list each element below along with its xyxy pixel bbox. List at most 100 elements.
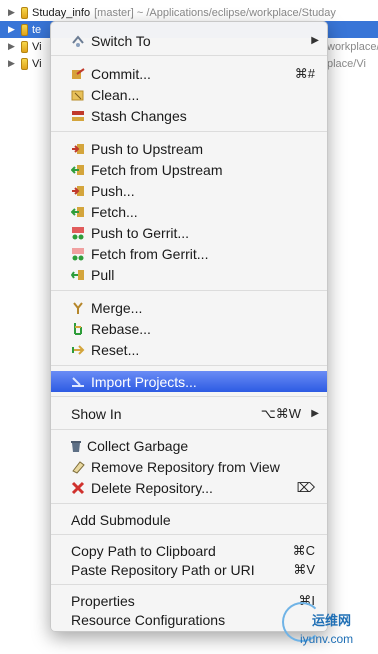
menu-item-merge[interactable]: Merge... [51, 297, 327, 318]
menu-label: Push to Upstream [91, 140, 204, 157]
expand-arrow-icon[interactable]: ▶ [8, 24, 18, 35]
menu-item-push-gerrit[interactable]: Push to Gerrit... [51, 222, 327, 243]
shortcut: ⌘# [294, 65, 315, 81]
trash-icon [68, 438, 84, 454]
menu-label: Remove Repository from View [91, 458, 280, 475]
menu-label: Fetch... [91, 203, 138, 220]
separator [51, 503, 327, 504]
menu-label: Import Projects... [91, 373, 197, 390]
delete-key-icon: ⌦ [296, 479, 315, 495]
menu-item-fetch-gerrit[interactable]: Fetch from Gerrit... [51, 243, 327, 264]
menu-item-push-upstream[interactable]: Push to Upstream [51, 138, 327, 159]
merge-icon [70, 300, 86, 316]
expand-arrow-icon[interactable]: ▶ [8, 7, 18, 18]
repository-icon [21, 57, 28, 70]
menu-label: Reset... [91, 341, 140, 358]
separator [51, 534, 327, 535]
clean-icon [70, 87, 86, 103]
menu-label: Push... [91, 182, 135, 199]
shortcut: ⌥⌘W [260, 405, 301, 421]
menu-label: Pull [91, 266, 115, 283]
menu-item-pull[interactable]: Pull [51, 264, 327, 285]
menu-item-copy-path[interactable]: Copy Path to Clipboard ⌘C [51, 540, 327, 561]
repo-name: Studay_info [32, 6, 91, 19]
reset-icon [70, 342, 86, 358]
menu-label: Copy Path to Clipboard [71, 542, 216, 559]
menu-label: Resource Configurations [71, 611, 226, 628]
stash-icon [70, 108, 86, 124]
menu-label: Delete Repository... [91, 479, 213, 496]
menu-item-fetch[interactable]: Fetch... [51, 201, 327, 222]
expand-arrow-icon[interactable]: ▶ [8, 41, 18, 52]
watermark-title: 运维网 [312, 613, 352, 628]
menu-label: Fetch from Upstream [91, 161, 223, 178]
repository-icon [21, 6, 28, 19]
menu-label: Collect Garbage [87, 437, 189, 454]
menu-item-import-projects[interactable]: Import Projects... [51, 371, 327, 392]
menu-item-fetch-upstream[interactable]: Fetch from Upstream [51, 159, 327, 180]
shortcut: ⌘C [292, 542, 315, 558]
repo-name: Vi [32, 57, 42, 70]
menu-label: Push to Gerrit... [91, 224, 190, 241]
eraser-icon [70, 459, 86, 475]
menu-label: Show In [71, 405, 122, 422]
menu-item-collect-garbage[interactable]: Collect Garbage [51, 435, 327, 456]
menu-item-paste-path[interactable]: Paste Repository Path or URI ⌘V [51, 559, 327, 580]
menu-item-stash[interactable]: Stash Changes [51, 105, 327, 126]
push-icon [70, 183, 86, 199]
watermark: 运维网 iyunv.com [282, 600, 378, 654]
pull-icon [70, 267, 86, 283]
menu-item-show-in[interactable]: Show In ⌥⌘W ▶ [51, 403, 327, 424]
separator [51, 429, 327, 430]
repository-icon [21, 40, 28, 53]
separator [51, 290, 327, 291]
menu-label: Properties [71, 592, 135, 609]
repo-path-fragment: place/Vi [327, 58, 366, 70]
menu-item-rebase[interactable]: Rebase... [51, 318, 327, 339]
menu-label: Clean... [91, 86, 140, 103]
menu-item-clean[interactable]: Clean... [51, 84, 327, 105]
context-menu: Switch To ▶ Commit... ⌘# Clean... Stash … [50, 21, 328, 632]
push-gerrit-icon [70, 225, 86, 241]
menu-label: Merge... [91, 299, 143, 316]
repo-meta: [master] ~ /Applications/eclipse/workpla… [94, 6, 336, 19]
commit-icon [70, 66, 86, 82]
switch-icon [70, 33, 86, 49]
repo-path-fragment: workplace/V [327, 41, 378, 53]
submenu-arrow-icon: ▶ [311, 35, 319, 46]
submenu-arrow-icon: ▶ [311, 408, 319, 419]
fetch-upstream-icon [70, 162, 86, 178]
menu-item-delete-repo[interactable]: Delete Repository... ⌦ [51, 477, 327, 498]
separator [51, 55, 327, 56]
expand-arrow-icon[interactable]: ▶ [8, 58, 18, 69]
menu-label: Stash Changes [91, 107, 187, 124]
repo-name: Vi [32, 40, 42, 53]
separator [51, 365, 327, 366]
menu-item-push[interactable]: Push... [51, 180, 327, 201]
menu-item-remove-repo[interactable]: Remove Repository from View [51, 456, 327, 477]
menu-item-add-submodule[interactable]: Add Submodule [51, 509, 327, 530]
watermark-url: iyunv.com [300, 632, 354, 646]
separator [51, 396, 327, 397]
delete-icon [70, 480, 86, 496]
repository-icon [21, 23, 28, 36]
menu-item-switch-to[interactable]: Switch To ▶ [51, 30, 327, 51]
shortcut: ⌘V [293, 561, 315, 577]
menu-label: Paste Repository Path or URI [71, 561, 255, 578]
separator [51, 584, 327, 585]
repo-name: te [32, 23, 42, 36]
import-icon [70, 374, 86, 390]
tree-row-studay-info[interactable]: ▶ Studay_info [master] ~ /Applications/e… [0, 4, 378, 21]
menu-item-commit[interactable]: Commit... ⌘# [51, 63, 327, 84]
fetch-gerrit-icon [70, 246, 86, 262]
push-upstream-icon [70, 141, 86, 157]
menu-label: Add Submodule [71, 511, 171, 528]
menu-label: Rebase... [91, 320, 151, 337]
separator [51, 131, 327, 132]
menu-label: Commit... [91, 65, 151, 82]
menu-item-reset[interactable]: Reset... [51, 339, 327, 360]
rebase-icon [70, 321, 86, 337]
menu-label: Switch To [91, 32, 151, 49]
menu-label: Fetch from Gerrit... [91, 245, 209, 262]
fetch-icon [70, 204, 86, 220]
